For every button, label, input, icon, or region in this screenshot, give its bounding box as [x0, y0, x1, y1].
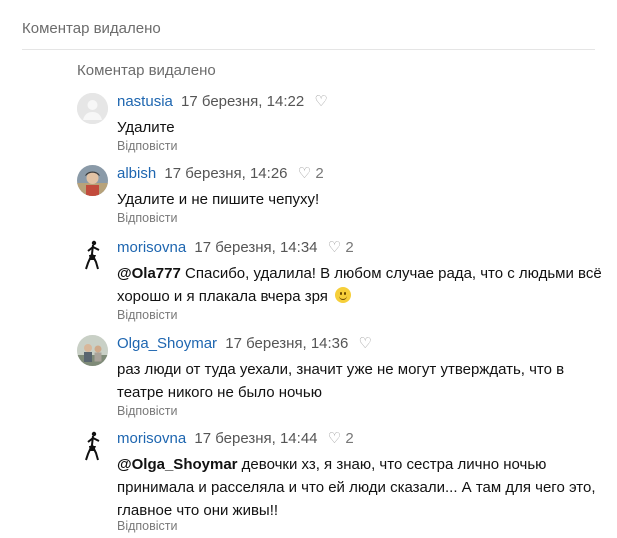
nested-deleted-comment-label: Коментар видалено: [77, 62, 216, 79]
comment-text: раз люди от туда уехали, значит уже не м…: [117, 361, 565, 401]
heart-outline-icon: ♡: [358, 335, 372, 352]
like-button[interactable]: ♡ 2: [298, 165, 324, 182]
author-link[interactable]: morisovna: [117, 430, 186, 447]
author-link[interactable]: albish: [117, 165, 156, 182]
like-button[interactable]: ♡: [359, 335, 372, 352]
like-button[interactable]: ♡ 2: [328, 239, 354, 256]
heart-outline-icon: ♡: [314, 93, 328, 110]
comment-text-body: Спасибо, удалила! В любом случае рада, ч…: [117, 265, 602, 305]
timestamp: 17 березня, 14:26: [164, 165, 288, 182]
author-link[interactable]: Olga_Shoymar: [117, 335, 217, 352]
mention[interactable]: @Olga_Shoymar: [117, 456, 238, 473]
like-button[interactable]: ♡ 2: [328, 430, 354, 447]
reply-link[interactable]: Відповісти: [117, 519, 178, 533]
like-count: 2: [345, 430, 354, 447]
reply-link[interactable]: Відповісти: [117, 211, 178, 225]
timestamp: 17 березня, 14:44: [194, 430, 318, 447]
comment-text: Удалите: [117, 119, 175, 136]
deleted-comment-label: Коментар видалено: [22, 20, 161, 37]
comment-text: @Olga_Shoymar девочки хз, я знаю, что се…: [117, 453, 607, 522]
heart-outline-icon: ♡: [327, 239, 342, 256]
reply-link[interactable]: Відповісти: [117, 308, 178, 322]
author-link[interactable]: morisovna: [117, 239, 186, 256]
dancer-silhouette-icon: [77, 239, 108, 270]
reply-link[interactable]: Відповісти: [117, 404, 178, 418]
mention[interactable]: @Ola777: [117, 265, 181, 282]
slightly-smiling-face-icon: [335, 287, 352, 303]
avatar-albish[interactable]: [77, 165, 108, 196]
comment-text: @Ola777 Спасибо, удалила! В любом случае…: [117, 262, 607, 308]
like-count: 2: [345, 239, 354, 256]
user-photo-icon: [77, 335, 108, 366]
like-button[interactable]: ♡: [314, 93, 327, 110]
author-link[interactable]: nastusia: [117, 93, 173, 110]
timestamp: 17 березня, 14:36: [225, 335, 349, 352]
avatar-morisovna[interactable]: [77, 239, 108, 270]
heart-outline-icon: ♡: [297, 165, 312, 182]
dancer-silhouette-icon: [77, 430, 108, 461]
heart-outline-icon: ♡: [327, 430, 342, 447]
comment-text: Удалите и не пишите чепуху!: [117, 191, 320, 208]
avatar-placeholder[interactable]: [77, 93, 108, 124]
avatar-morisovna[interactable]: [77, 430, 108, 461]
avatar-olga-shoymar[interactable]: [77, 335, 108, 366]
user-photo-icon: [77, 165, 108, 196]
timestamp: 17 березня, 14:34: [194, 239, 318, 256]
timestamp: 17 березня, 14:22: [181, 93, 305, 110]
like-count: 2: [315, 165, 324, 182]
user-silhouette-icon: [77, 93, 108, 124]
reply-link[interactable]: Відповісти: [117, 139, 178, 153]
divider: [22, 49, 595, 50]
